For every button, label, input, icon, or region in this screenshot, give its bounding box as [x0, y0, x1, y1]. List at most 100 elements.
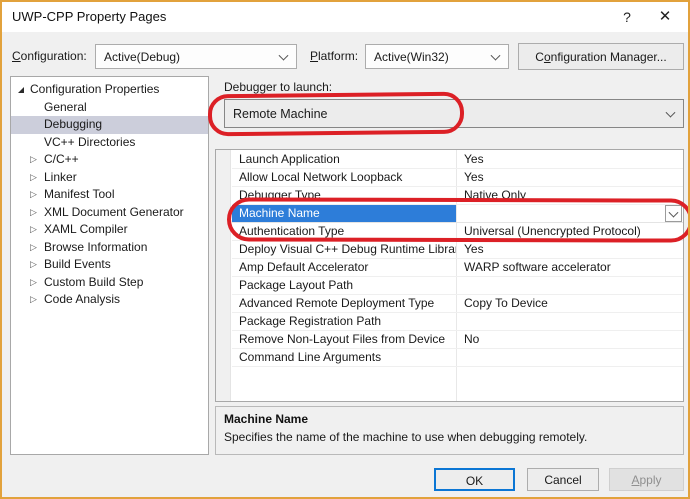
- property-name[interactable]: Command Line Arguments: [232, 349, 456, 366]
- property-value[interactable]: [457, 205, 683, 222]
- property-value[interactable]: Yes: [457, 169, 683, 186]
- tree-collapsed-icon[interactable]: ▷: [30, 291, 37, 309]
- property-name[interactable]: Amp Default Accelerator: [232, 259, 456, 276]
- property-row-command-line-arguments[interactable]: Command Line Arguments: [232, 349, 683, 367]
- tree-item-label: Custom Build Step: [44, 274, 143, 292]
- tree-item-label: General: [44, 99, 87, 117]
- property-value[interactable]: No: [457, 331, 683, 348]
- tree-item-label: Build Events: [44, 256, 111, 274]
- tree-item-manifest-tool[interactable]: ▷ Manifest Tool: [11, 186, 208, 204]
- chevron-down-icon: [279, 50, 289, 60]
- tree-item-label: XAML Compiler: [44, 221, 128, 239]
- property-value[interactable]: [457, 349, 683, 366]
- tree-item-build-events[interactable]: ▷ Build Events: [11, 256, 208, 274]
- tree-item-vc-directories[interactable]: VC++ Directories: [11, 134, 208, 152]
- property-value[interactable]: [457, 313, 683, 330]
- property-value[interactable]: Copy To Device: [457, 295, 683, 312]
- property-pages-dialog: UWP-CPP Property Pages ? ✕ Configuration…: [0, 0, 690, 499]
- configuration-tree: Configuration PropertiesGeneralDebugging…: [10, 76, 209, 455]
- property-name[interactable]: Remove Non-Layout Files from Device: [232, 331, 456, 348]
- tree-collapsed-icon[interactable]: ▷: [30, 274, 37, 292]
- close-icon[interactable]: ✕: [648, 2, 682, 32]
- property-row-package-layout-path[interactable]: Package Layout Path: [232, 277, 683, 295]
- tree-item-label: XML Document Generator: [44, 204, 184, 222]
- property-row-machine-name[interactable]: Machine Name: [232, 205, 683, 223]
- tree-item-configuration-properties[interactable]: Configuration Properties: [11, 81, 208, 99]
- grid-gutter: [216, 150, 231, 401]
- tree-item-label: Debugging: [44, 116, 102, 134]
- property-name[interactable]: Machine Name: [232, 205, 456, 222]
- property-name[interactable]: Advanced Remote Deployment Type: [232, 295, 456, 312]
- property-row-allow-local-network-loopback[interactable]: Allow Local Network LoopbackYes: [232, 169, 683, 187]
- title-bar: UWP-CPP Property Pages ? ✕: [2, 2, 688, 32]
- tree-collapsed-icon[interactable]: ▷: [30, 239, 37, 257]
- tree-item-general[interactable]: General: [11, 99, 208, 117]
- property-name[interactable]: Deploy Visual C++ Debug Runtime Librarie…: [232, 241, 456, 258]
- tree-item-linker[interactable]: ▷ Linker: [11, 169, 208, 187]
- tree-collapsed-icon[interactable]: ▷: [30, 151, 37, 169]
- property-name[interactable]: Debugger Type: [232, 187, 456, 204]
- tree-collapsed-icon[interactable]: ▷: [30, 169, 37, 187]
- chevron-down-icon: [669, 207, 679, 217]
- property-name[interactable]: Authentication Type: [232, 223, 456, 240]
- tree-item-browse-information[interactable]: ▷ Browse Information: [11, 239, 208, 257]
- apply-button: Apply: [609, 468, 684, 491]
- tree-item-c-c-[interactable]: ▷ C/C++: [11, 151, 208, 169]
- property-value[interactable]: [457, 277, 683, 294]
- tree-item-label: Manifest Tool: [44, 186, 114, 204]
- chevron-down-icon: [666, 107, 676, 117]
- property-row-launch-application[interactable]: Launch ApplicationYes: [232, 151, 683, 169]
- configuration-manager-button[interactable]: Configuration Manager...: [518, 43, 684, 70]
- configuration-label: Configuration:: [12, 49, 87, 63]
- debugger-dropdown[interactable]: Remote Machine: [224, 99, 684, 128]
- property-value[interactable]: Yes: [457, 241, 683, 258]
- tree-item-custom-build-step[interactable]: ▷ Custom Build Step: [11, 274, 208, 292]
- tree-collapsed-icon[interactable]: ▷: [30, 186, 37, 204]
- property-row-package-registration-path[interactable]: Package Registration Path: [232, 313, 683, 331]
- property-value[interactable]: Universal (Unencrypted Protocol): [457, 223, 683, 240]
- tree-collapsed-icon[interactable]: ▷: [30, 221, 37, 239]
- tree-item-label: Configuration Properties: [30, 81, 159, 99]
- property-name[interactable]: Package Registration Path: [232, 313, 456, 330]
- platform-dropdown-value: Active(Win32): [374, 50, 449, 64]
- property-value[interactable]: WARP software accelerator: [457, 259, 683, 276]
- property-row-remove-non-layout-files-from-device[interactable]: Remove Non-Layout Files from DeviceNo: [232, 331, 683, 349]
- debugger-dropdown-value: Remote Machine: [233, 107, 328, 121]
- property-row-advanced-remote-deployment-type[interactable]: Advanced Remote Deployment TypeCopy To D…: [232, 295, 683, 313]
- tree-item-debugging[interactable]: Debugging: [11, 116, 208, 134]
- property-row-amp-default-accelerator[interactable]: Amp Default AcceleratorWARP software acc…: [232, 259, 683, 277]
- tree-item-label: Code Analysis: [44, 291, 120, 309]
- tree-item-xaml-compiler[interactable]: ▷ XAML Compiler: [11, 221, 208, 239]
- property-row-authentication-type[interactable]: Authentication TypeUniversal (Unencrypte…: [232, 223, 683, 241]
- property-name[interactable]: Package Layout Path: [232, 277, 456, 294]
- property-row-debugger-type[interactable]: Debugger TypeNative Only: [232, 187, 683, 205]
- description-panel: Machine Name Specifies the name of the m…: [215, 406, 684, 455]
- configuration-dropdown[interactable]: Active(Debug): [95, 44, 297, 69]
- value-dropdown-button[interactable]: [665, 205, 682, 222]
- platform-label: Platform:: [310, 49, 358, 63]
- cancel-button[interactable]: Cancel: [527, 468, 599, 491]
- chevron-down-icon: [491, 50, 501, 60]
- description-text: Specifies the name of the machine to use…: [224, 430, 587, 444]
- window-title: UWP-CPP Property Pages: [12, 9, 166, 24]
- ok-button[interactable]: OK: [434, 468, 515, 491]
- tree-item-label: Browse Information: [44, 239, 147, 257]
- debugger-to-launch-label: Debugger to launch:: [224, 80, 332, 94]
- tree-collapsed-icon[interactable]: ▷: [30, 204, 37, 222]
- tree-collapsed-icon[interactable]: ▷: [30, 256, 37, 274]
- tree-expanded-icon[interactable]: [18, 87, 24, 93]
- tree-item-label: VC++ Directories: [44, 134, 135, 152]
- property-value[interactable]: Yes: [457, 151, 683, 168]
- tree-item-label: C/C++: [44, 151, 79, 169]
- property-row-deploy-visual-c-debug-runtime-libraries[interactable]: Deploy Visual C++ Debug Runtime Librarie…: [232, 241, 683, 259]
- tree-item-xml-document-generator[interactable]: ▷ XML Document Generator: [11, 204, 208, 222]
- property-name[interactable]: Allow Local Network Loopback: [232, 169, 456, 186]
- property-value[interactable]: Native Only: [457, 187, 683, 204]
- tree-item-code-analysis[interactable]: ▷ Code Analysis: [11, 291, 208, 309]
- help-icon[interactable]: ?: [610, 2, 644, 32]
- tree-item-label: Linker: [44, 169, 77, 187]
- platform-dropdown[interactable]: Active(Win32): [365, 44, 509, 69]
- description-title: Machine Name: [224, 412, 308, 426]
- configuration-dropdown-value: Active(Debug): [104, 50, 180, 64]
- property-name[interactable]: Launch Application: [232, 151, 456, 168]
